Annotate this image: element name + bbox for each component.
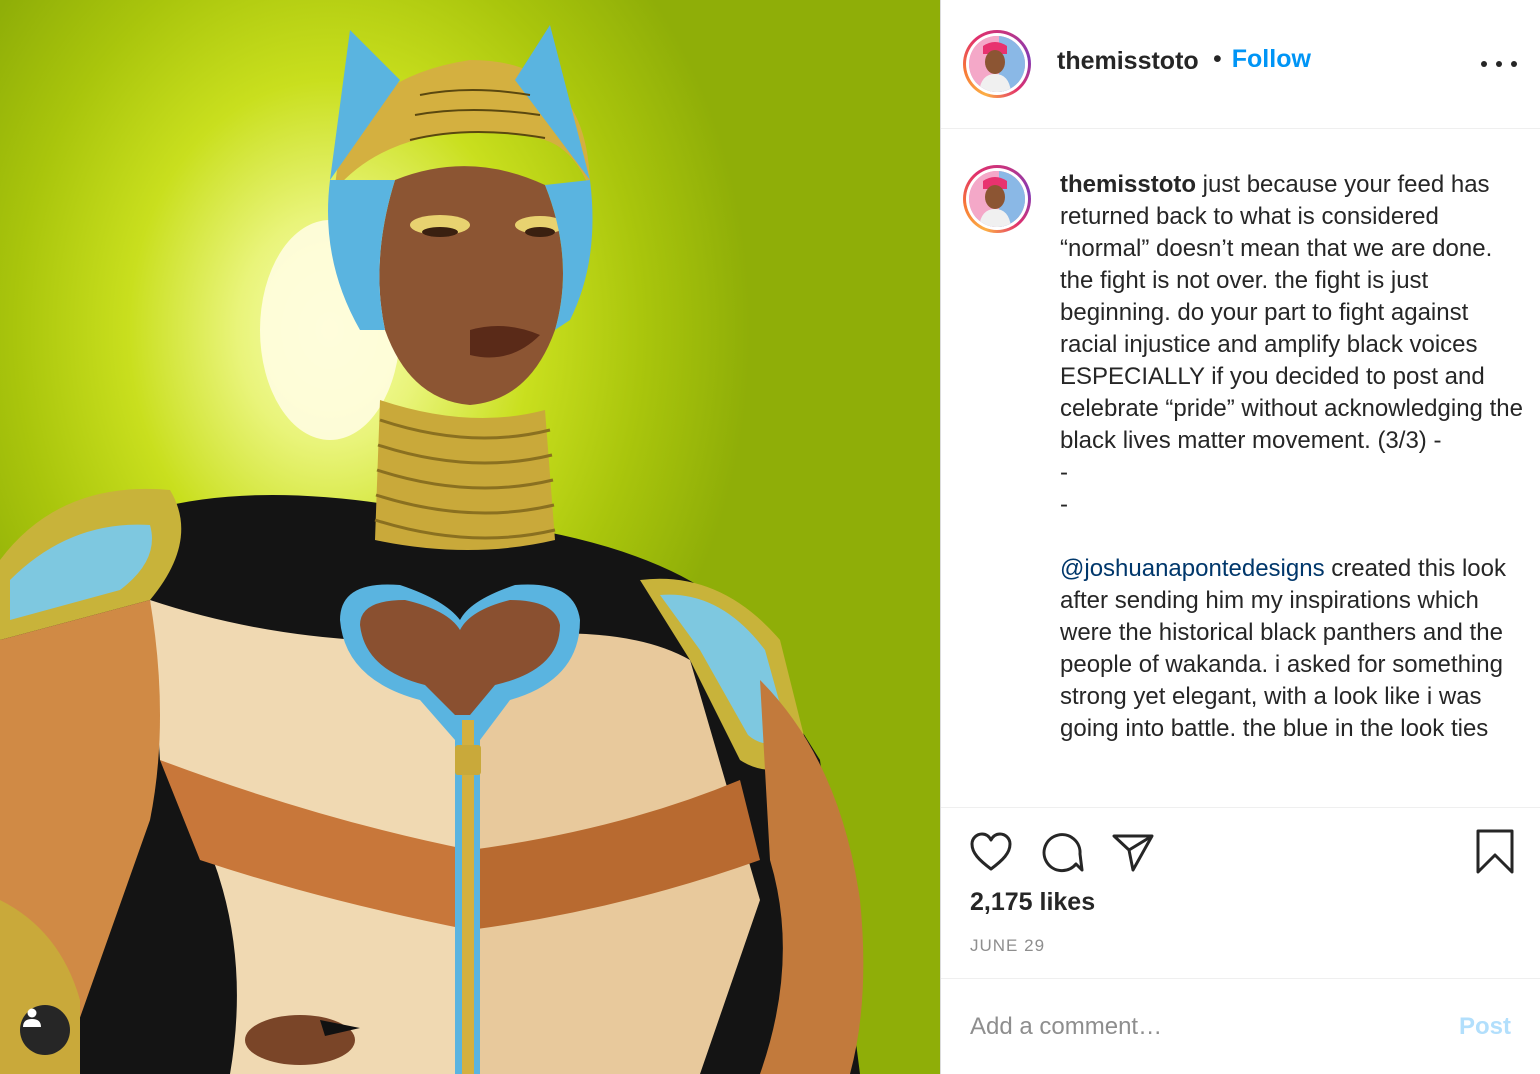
comment-icon [1042,833,1084,873]
avatar-image [969,171,1025,227]
post-dialog: themisstoto • Follow themisstoto just be… [0,0,1540,1074]
comments-section[interactable]: themisstoto just because your feed has r… [941,129,1540,808]
likes-count[interactable]: 2,175 likes [970,888,1095,917]
caption-avatar[interactable] [963,165,1031,233]
post-comment-button[interactable]: Post [1459,1013,1511,1041]
caption-text: just because your feed has returned back… [1060,171,1523,518]
separator-bullet: • [1213,45,1222,73]
more-dot [1481,61,1487,67]
share-icon [1112,834,1154,872]
post-caption: themisstoto just because your feed has r… [1060,169,1525,745]
photo-illustration [0,25,864,1074]
save-button[interactable] [1475,828,1515,881]
post-photo[interactable] [0,0,940,1074]
avatar-illustration [969,36,1025,92]
bookmark-icon [1476,829,1514,874]
share-button[interactable] [1111,830,1155,879]
avatar-illustration [969,171,1025,227]
action-bar: 2,175 likes JUNE 29 [941,808,1540,979]
post-side-panel: themisstoto • Follow themisstoto just be… [940,0,1540,1074]
post-header: themisstoto • Follow [941,0,1540,129]
header-username[interactable]: themisstoto [1057,47,1199,76]
avatar[interactable] [963,30,1031,98]
follow-button[interactable]: Follow [1232,45,1311,74]
avatar-image [969,36,1025,92]
like-button[interactable] [969,830,1013,879]
caption-mention-link[interactable]: @joshuanapontedesigns [1060,555,1325,582]
comment-input[interactable] [970,1009,1410,1045]
caption-text-continued: created this look after sending him my i… [1060,555,1513,742]
follow-group: • Follow [1213,45,1311,74]
caption-username[interactable]: themisstoto [1060,171,1196,198]
add-comment-form: Post [941,979,1540,1074]
user-tag-icon [23,1008,41,1027]
avatar-ring [966,33,1028,95]
more-dot [1496,61,1502,67]
heart-icon [970,832,1012,871]
post-date[interactable]: JUNE 29 [970,936,1045,956]
comment-button[interactable] [1040,830,1084,879]
more-options-icon[interactable] [1481,52,1517,76]
user-tag-button[interactable] [20,1005,70,1055]
avatar-ring [966,168,1028,230]
more-dot [1511,61,1517,67]
